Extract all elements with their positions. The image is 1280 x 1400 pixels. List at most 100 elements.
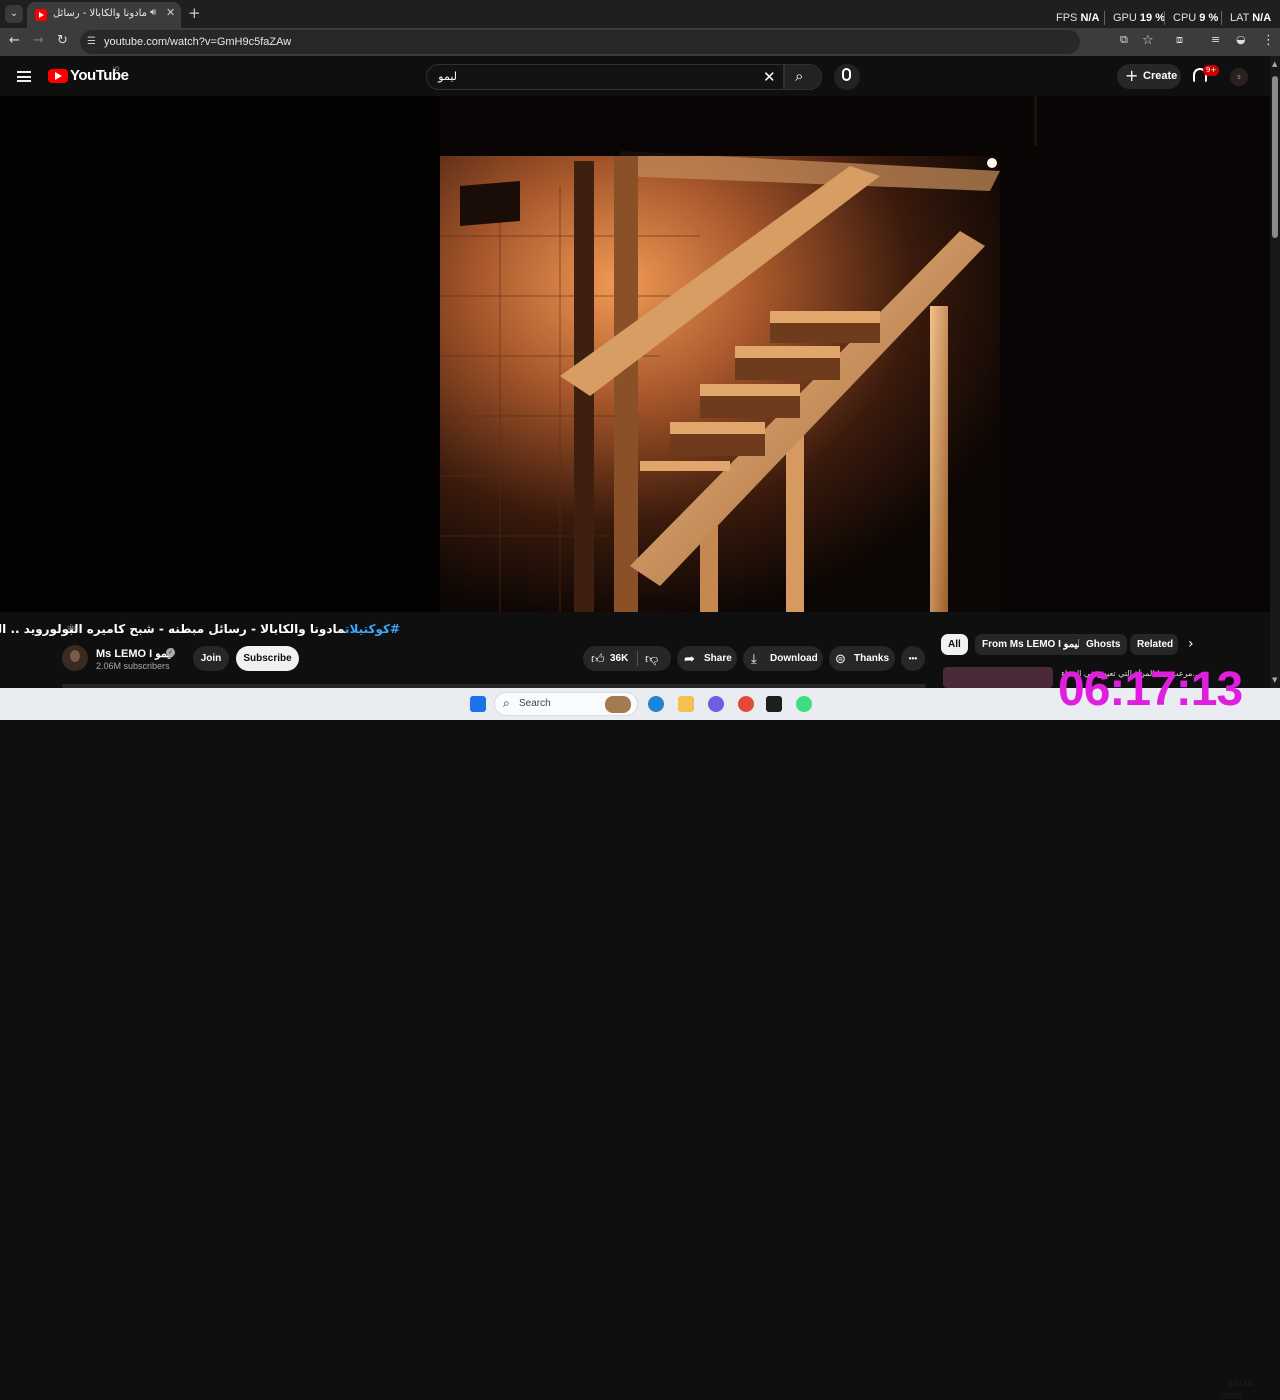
- search-button[interactable]: ⌕: [784, 64, 822, 90]
- clear-search-icon[interactable]: ✕: [763, 68, 776, 86]
- voice-search-button[interactable]: [834, 64, 860, 90]
- thumbs-up-icon[interactable]: 👍︎: [591, 646, 605, 671]
- channel-avatar[interactable]: [62, 645, 88, 671]
- channel-name[interactable]: Ms LEMO I ليمو: [96, 647, 174, 660]
- windows-start-icon[interactable]: [470, 696, 486, 712]
- gpu-value: 19 %: [1139, 12, 1165, 24]
- gpu-readout: GPU 19 %: [1113, 12, 1165, 24]
- scroll-down-arrow-icon[interactable]: ▼: [1272, 676, 1277, 684]
- perf-divider: [1221, 11, 1222, 25]
- taskbar-search[interactable]: ⌕ Search: [494, 692, 638, 716]
- thanks-button[interactable]: ⊜ Thanks: [829, 646, 895, 671]
- youtube-masthead: YouTube JO ليمو ✕ ⌕ + Create 9+ s: [0, 56, 1270, 96]
- profile-icon[interactable]: ◒: [1236, 33, 1246, 46]
- notification-badge: 9+: [1203, 65, 1220, 76]
- video-player[interactable]: [0, 96, 1270, 612]
- thanks-label: Thanks: [854, 653, 890, 664]
- android-app-icon[interactable]: [796, 696, 812, 712]
- new-tab-plus-icon[interactable]: +: [188, 4, 201, 22]
- browser-tab-active[interactable]: مادونا والكابالا - رسائل م... (34) 🔊︎ ✕: [27, 2, 181, 28]
- like-dislike-group: 👍︎ 36K 👎︎: [583, 646, 671, 671]
- browser-tab-bar: ⌄ مادونا والكابالا - رسائل م... (34) 🔊︎ …: [0, 0, 1280, 28]
- cpu-readout: CPU 9 %: [1173, 12, 1218, 24]
- overlay-clock: 06:17:13: [1058, 663, 1243, 716]
- fps-label: FPS: [1056, 12, 1078, 24]
- lat-value: N/A: [1252, 12, 1272, 24]
- search-highlight-icon: [605, 696, 631, 713]
- file-explorer-icon[interactable]: [678, 696, 694, 712]
- scrollbar-thumb[interactable]: [1272, 76, 1278, 238]
- share-button[interactable]: ➦ Share: [677, 646, 737, 671]
- download-label: Download: [770, 653, 818, 664]
- forward-arrow-icon[interactable]: →: [33, 33, 44, 48]
- share-arrow-icon: ➦: [684, 651, 695, 666]
- hashtag-link[interactable]: #كوكتيلات: [345, 622, 400, 636]
- tab-search-chevron-icon[interactable]: ⌄: [5, 5, 23, 23]
- subscriber-count: 2.06M subscribers: [96, 661, 170, 671]
- country-code: JO: [113, 66, 120, 73]
- account-avatar[interactable]: s: [1230, 68, 1248, 86]
- perf-divider: [1164, 11, 1165, 25]
- related-video-thumbnail[interactable]: [943, 667, 1053, 688]
- create-button[interactable]: + Create: [1117, 64, 1181, 89]
- address-bar[interactable]: ☰ youtube.com/watch?v=GmH9c5faZAw: [80, 30, 1080, 54]
- terminal-icon[interactable]: [766, 696, 782, 712]
- perf-divider: [1104, 11, 1105, 25]
- back-arrow-icon[interactable]: ←: [9, 33, 20, 48]
- youtube-logo-icon[interactable]: [48, 69, 68, 83]
- tab-title: مادونا والكابالا - رسائل م... (34): [53, 8, 147, 19]
- create-label: Create: [1143, 70, 1178, 82]
- chip-all[interactable]: All: [941, 634, 968, 655]
- fps-value: N/A: [1080, 12, 1100, 24]
- lat-label: LAT: [1230, 12, 1250, 24]
- chrome-icon[interactable]: [738, 696, 754, 712]
- tray-time[interactable]: 3:32 AM: [1228, 1381, 1254, 1388]
- browser-toolbar: ← → ↻ ☰ youtube.com/watch?v=GmH9c5faZAw …: [0, 28, 1280, 56]
- page-scrollbar[interactable]: ▲ ▼: [1270, 56, 1280, 688]
- share-label: Share: [704, 653, 732, 664]
- more-actions-button[interactable]: •••: [901, 646, 925, 671]
- install-app-icon[interactable]: ⧉: [1120, 33, 1128, 47]
- extensions-puzzle-icon[interactable]: ⧈: [1176, 33, 1183, 47]
- youtube-favicon-icon: [35, 9, 47, 21]
- search-icon: ⌕: [795, 67, 804, 85]
- taskbar-search-label: Search: [519, 698, 551, 709]
- cpu-label: CPU: [1173, 12, 1197, 24]
- tab-close-icon[interactable]: ✕: [166, 6, 175, 19]
- search-input[interactable]: ليمو ✕: [426, 64, 784, 90]
- microphone-icon: [842, 68, 851, 81]
- chevron-right-icon[interactable]: ›: [1188, 636, 1194, 652]
- chip-related[interactable]: Related: [1130, 634, 1178, 655]
- bookmark-star-icon[interactable]: ☆: [1142, 33, 1154, 48]
- chip-ghosts[interactable]: Ghosts: [1079, 634, 1128, 655]
- tray-date[interactable]: 1/2025: [1220, 1393, 1241, 1400]
- search-query[interactable]: ليمو: [438, 70, 457, 83]
- reload-icon[interactable]: ↻: [57, 33, 68, 48]
- hamburger-menu-icon[interactable]: [17, 71, 31, 82]
- video-title: #كوكتيلاتمادونا والكابالا - رسائل مبطنه …: [0, 622, 400, 636]
- subscribe-button[interactable]: Subscribe: [236, 646, 299, 671]
- lat-readout: LAT N/A: [1230, 12, 1271, 24]
- join-button[interactable]: Join: [193, 646, 229, 671]
- download-button[interactable]: ⤓ Download: [743, 646, 823, 671]
- site-info-icon[interactable]: ☰: [87, 36, 96, 47]
- scroll-up-arrow-icon[interactable]: ▲: [1272, 60, 1277, 68]
- like-count[interactable]: 36K: [610, 646, 628, 671]
- title-text: مادونا والكابالا - رسائل مبطنه - شبح كام…: [0, 622, 346, 636]
- chip-from-channel[interactable]: From Ms LEMO I ليمو: [975, 634, 1088, 655]
- discord-icon[interactable]: [708, 696, 724, 712]
- url-text[interactable]: youtube.com/watch?v=GmH9c5faZAw: [104, 36, 291, 48]
- kebab-menu-icon[interactable]: ⋮: [1262, 33, 1275, 48]
- video-frame-basement-stairs: [0, 96, 1270, 612]
- fps-readout: FPS N/A: [1056, 12, 1099, 24]
- verified-check-icon: ✓: [166, 648, 175, 657]
- like-divider: [637, 651, 638, 666]
- reading-list-icon[interactable]: ≡: [1211, 33, 1220, 46]
- thumbs-down-icon[interactable]: 👎︎: [645, 646, 658, 671]
- download-icon: ⤓: [751, 651, 757, 666]
- search-icon: ⌕: [503, 696, 510, 710]
- thanks-dollar-icon: ⊜: [835, 651, 846, 666]
- edge-browser-icon[interactable]: [648, 696, 664, 712]
- speaker-icon[interactable]: 🔊︎: [150, 7, 156, 18]
- cpu-value: 9 %: [1199, 12, 1219, 24]
